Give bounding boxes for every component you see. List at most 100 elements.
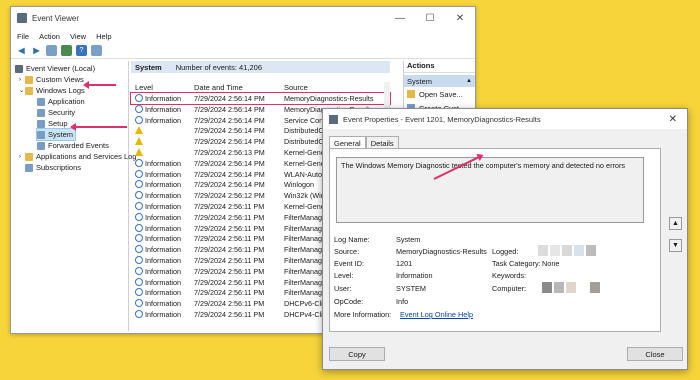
cell-date: 7/29/2024 2:56:11 PM <box>194 299 265 309</box>
toolbar: ◀ ▶ ? <box>11 43 475 59</box>
cell-date: 7/29/2024 2:56:14 PM <box>194 158 265 168</box>
event-log-online-help-link[interactable]: Event Log Online Help <box>400 310 473 319</box>
menu-action[interactable]: Action <box>39 32 60 41</box>
label-task-category: Task Category: <box>492 259 541 268</box>
previous-event-arrow-icon[interactable]: ▲ <box>669 217 682 230</box>
information-icon <box>135 180 143 189</box>
information-icon <box>135 94 143 102</box>
column-date[interactable]: Date and Time <box>194 83 243 92</box>
tree-item-event-viewer-local[interactable]: Event Viewer (Local) <box>15 63 95 74</box>
folder-icon <box>25 86 33 95</box>
event-viewer-icon <box>17 13 27 23</box>
log-icon <box>37 97 45 106</box>
cell-level: Information <box>145 201 181 211</box>
cell-date: 7/29/2024 2:56:13 PM <box>194 147 265 157</box>
actions-title: Actions <box>404 61 475 73</box>
menu-help[interactable]: Help <box>96 32 111 41</box>
forward-icon[interactable]: ▶ <box>31 45 42 56</box>
log-icon <box>37 141 45 150</box>
next-event-arrow-icon[interactable]: ▼ <box>669 239 682 252</box>
label-keywords: Keywords: <box>492 271 527 280</box>
cell-date: 7/29/2024 2:56:12 PM <box>194 191 265 201</box>
label-source: Source: <box>334 247 360 256</box>
information-icon <box>135 223 143 232</box>
tree-item-application[interactable]: Application <box>37 96 85 107</box>
column-headers: Level Date and Time Source <box>131 82 390 93</box>
collapse-triangle-icon[interactable]: ▲ <box>466 78 472 84</box>
event-description: The Windows Memory Diagnostic tested the… <box>336 157 644 223</box>
help-icon[interactable]: ? <box>76 45 87 56</box>
action-open-saved[interactable]: Open Save... <box>404 87 475 101</box>
computer-icon <box>15 64 23 73</box>
information-icon <box>135 288 143 297</box>
cell-level: Information <box>145 104 181 114</box>
dialog-title-bar: Event Properties - Event 1201, MemoryDia… <box>323 109 687 129</box>
tree-item-custom-views[interactable]: › Custom Views <box>19 74 84 85</box>
tree-item-windows-logs[interactable]: ⌄ Windows Logs <box>19 85 85 96</box>
cell-level: Information <box>145 266 181 276</box>
column-level[interactable]: Level <box>135 83 153 92</box>
cell-date: 7/29/2024 2:56:14 PM <box>194 94 265 103</box>
redacted-logged-value <box>538 245 598 256</box>
information-icon <box>135 234 143 243</box>
cell-level: Information <box>145 234 181 244</box>
tree-item-security[interactable]: Security <box>37 107 75 118</box>
cell-date: 7/29/2024 2:56:11 PM <box>194 234 265 244</box>
tree-item-applications-services[interactable]: › Applications and Services Log <box>19 151 136 162</box>
tree-item-forwarded-events[interactable]: Forwarded Events <box>37 140 109 151</box>
cell-level: Information <box>145 309 181 319</box>
properties-icon[interactable] <box>61 45 72 56</box>
cell-level: Information <box>145 277 181 287</box>
information-icon <box>135 255 143 264</box>
label-logged: Logged: <box>492 247 519 256</box>
tree-item-subscriptions[interactable]: Subscriptions <box>25 162 81 173</box>
cell-date: 7/29/2024 2:56:14 PM <box>194 169 265 179</box>
menu-view[interactable]: View <box>70 32 86 41</box>
cell-level: Information <box>145 94 181 103</box>
navigation-tree: Event Viewer (Local) › Custom Views ⌄ Wi… <box>13 61 136 331</box>
information-icon <box>135 115 143 124</box>
event-list-header: System Number of events: 41,206 <box>131 61 390 73</box>
close-button[interactable]: Close <box>627 347 683 361</box>
maximize-icon[interactable]: ☐ <box>415 13 445 24</box>
close-icon[interactable]: ✕ <box>445 13 475 24</box>
value-task-category: None <box>542 259 560 268</box>
table-row[interactable]: Information 7/29/2024 2:56:14 PM MemoryDia… <box>130 92 391 105</box>
cell-date: 7/29/2024 2:56:14 PM <box>194 180 265 190</box>
warning-icon <box>135 137 143 146</box>
annotation-arrow <box>83 81 116 89</box>
cell-level: Information <box>145 212 181 222</box>
tree-item-setup[interactable]: Setup <box>37 118 68 129</box>
minimize-icon[interactable]: — <box>385 13 415 24</box>
folder-view-icon[interactable] <box>46 45 57 56</box>
panel-toggle-icon[interactable] <box>91 45 102 56</box>
event-properties-dialog: Event Properties - Event 1201, MemoryDia… <box>322 108 688 370</box>
information-icon <box>135 266 143 275</box>
cell-date: 7/29/2024 2:56:11 PM <box>194 288 265 298</box>
cell-level: Information <box>145 158 181 168</box>
label-event-id: Event ID: <box>334 259 365 268</box>
copy-button[interactable]: Copy <box>329 347 385 361</box>
actions-section-system[interactable]: System ▲ <box>404 75 475 87</box>
information-icon <box>135 169 143 178</box>
column-source[interactable]: Source <box>284 83 308 92</box>
information-icon <box>135 299 143 308</box>
title-bar: Event Viewer — ☐ ✕ <box>11 7 475 29</box>
close-icon[interactable]: ✕ <box>669 114 677 125</box>
menu-file[interactable]: File <box>17 32 29 41</box>
cell-date: 7/29/2024 2:56:11 PM <box>194 266 265 276</box>
cell-date: 7/29/2024 2:56:11 PM <box>194 201 265 211</box>
information-icon <box>135 191 143 200</box>
cell-date: 7/29/2024 2:56:11 PM <box>194 245 265 255</box>
label-level: Level: <box>334 271 354 280</box>
log-icon <box>37 108 45 117</box>
label-log-name: Log Name: <box>334 235 370 244</box>
cell-date: 7/29/2024 2:56:11 PM <box>194 277 265 287</box>
event-count: Number of events: 41,206 <box>175 62 262 72</box>
information-icon <box>135 104 143 113</box>
menu-bar: File Action View Help <box>11 29 475 43</box>
cell-level: Information <box>145 255 181 265</box>
information-icon <box>135 212 143 221</box>
back-icon[interactable]: ◀ <box>16 45 27 56</box>
log-icon <box>25 163 33 172</box>
